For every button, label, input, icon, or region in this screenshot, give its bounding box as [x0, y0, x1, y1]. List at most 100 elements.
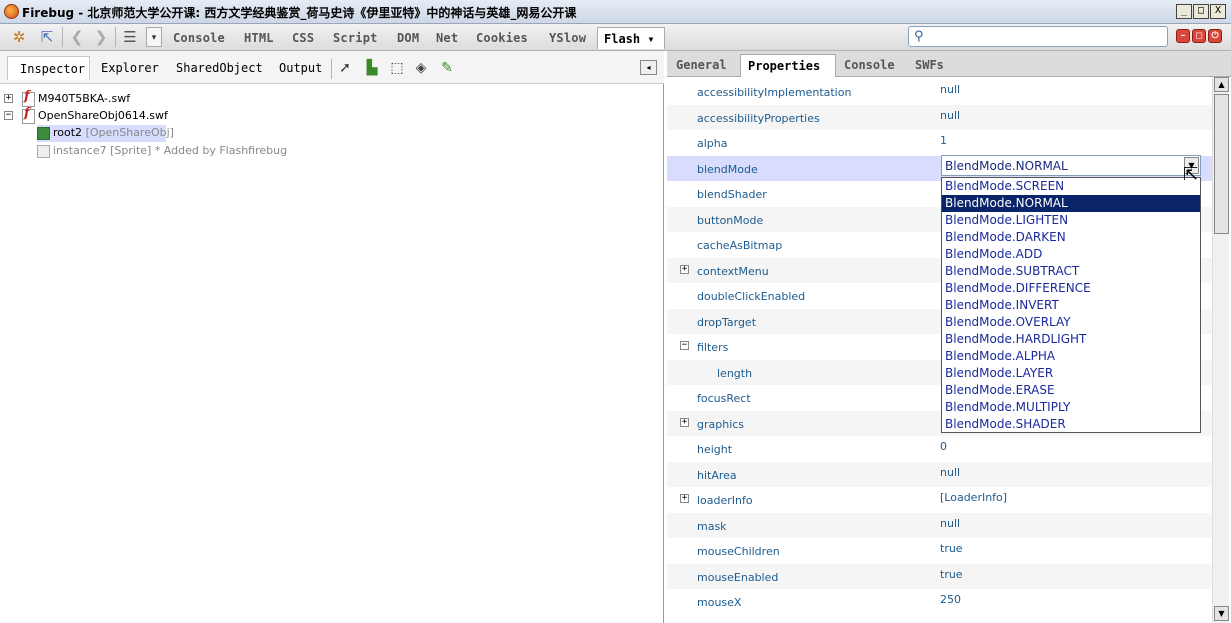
- property-row[interactable]: mouseX 250: [667, 589, 1212, 614]
- tab-output[interactable]: Output: [279, 61, 322, 75]
- scroll-down-icon[interactable]: ▼: [1214, 606, 1229, 621]
- tree-node-selected[interactable]: root2 [OpenShareObj]: [37, 125, 174, 142]
- vertical-scrollbar[interactable]: ▲ ▼: [1212, 77, 1229, 623]
- select-cursor-icon[interactable]: ➚: [335, 58, 355, 78]
- tab-net[interactable]: Net: [436, 31, 458, 45]
- menu-dropdown-icon[interactable]: ▾: [146, 27, 162, 47]
- tree-node-label: OpenShareObj0614.swf: [38, 109, 168, 122]
- minimize-button[interactable]: _: [1176, 4, 1192, 19]
- blendmode-option[interactable]: BlendMode.SHADER: [942, 416, 1200, 433]
- property-name: blendMode: [697, 163, 758, 176]
- blendmode-option[interactable]: BlendMode.NORMAL: [942, 195, 1200, 212]
- tab-yslow[interactable]: YSlow: [549, 31, 586, 45]
- tab-properties[interactable]: Properties: [740, 54, 836, 77]
- tab-flash-arrow-icon: ▾: [647, 32, 655, 46]
- plugin-icon[interactable]: ✎: [437, 58, 457, 78]
- bug-inspect-icon[interactable]: ✲: [8, 27, 30, 47]
- property-row[interactable]: accessibilityProperties null: [667, 105, 1212, 130]
- property-value[interactable]: true: [940, 568, 963, 581]
- forward-arrow-icon[interactable]: ❯: [90, 27, 112, 47]
- blendmode-select[interactable]: BlendMode.NORMAL ▼: [941, 155, 1201, 176]
- tab-html[interactable]: HTML: [244, 31, 274, 45]
- property-row[interactable]: mouseChildren true: [667, 538, 1212, 563]
- menu-list-icon[interactable]: ☰: [119, 27, 141, 47]
- property-row[interactable]: hitArea null: [667, 462, 1212, 487]
- property-value[interactable]: true: [940, 542, 963, 555]
- tab-explorer[interactable]: Explorer: [101, 61, 159, 75]
- property-name: blendShader: [697, 188, 767, 201]
- bounding-box-icon[interactable]: ⬚: [387, 58, 407, 78]
- blendmode-option[interactable]: BlendMode.SCREEN: [942, 178, 1200, 195]
- collapse-panel-icon[interactable]: ◂: [640, 60, 657, 75]
- tab-inspector[interactable]: Inspector: [7, 56, 90, 80]
- expand-toggle[interactable]: +: [680, 494, 689, 503]
- tab-dom[interactable]: DOM: [397, 31, 419, 45]
- property-name: mouseX: [697, 596, 742, 609]
- firebug-toolbar: ✲ ⇱ ❮ ❯ ☰ ▾ Console HTML CSS Script DOM …: [0, 24, 1231, 51]
- expand-toggle[interactable]: +: [680, 265, 689, 274]
- blendmode-option[interactable]: BlendMode.ALPHA: [942, 348, 1200, 365]
- property-value[interactable]: [LoaderInfo]: [940, 491, 1007, 504]
- blendmode-option[interactable]: BlendMode.OVERLAY: [942, 314, 1200, 331]
- scrollbar-thumb[interactable]: [1214, 94, 1229, 234]
- property-row[interactable]: alpha 1: [667, 130, 1212, 155]
- property-row[interactable]: mask null: [667, 513, 1212, 538]
- blendmode-option[interactable]: BlendMode.DARKEN: [942, 229, 1200, 246]
- swf-file-icon: [21, 106, 35, 124]
- tab-sharedobject[interactable]: SharedObject: [176, 61, 263, 75]
- tab-script[interactable]: Script: [333, 31, 378, 45]
- property-value[interactable]: null: [940, 83, 960, 96]
- scroll-up-icon[interactable]: ▲: [1214, 77, 1229, 92]
- search-icon: ⚲: [914, 29, 924, 44]
- close-window-button[interactable]: X: [1210, 4, 1226, 19]
- toolbar-separator: [62, 27, 63, 47]
- property-value[interactable]: 250: [940, 593, 961, 606]
- property-row[interactable]: mouseEnabled true: [667, 564, 1212, 589]
- tab-swfs[interactable]: SWFs: [915, 58, 944, 72]
- collapse-toggle[interactable]: −: [4, 111, 13, 120]
- property-value[interactable]: null: [940, 109, 960, 122]
- blendmode-option[interactable]: BlendMode.DIFFERENCE: [942, 280, 1200, 297]
- tab-css[interactable]: CSS: [292, 31, 314, 45]
- blendmode-option[interactable]: BlendMode.INVERT: [942, 297, 1200, 314]
- tree-node-type: [OpenShareObj]: [85, 126, 174, 139]
- blendmode-option[interactable]: BlendMode.LIGHTEN: [942, 212, 1200, 229]
- tree-node-label: M940T5BKA-.swf: [38, 92, 131, 105]
- property-value[interactable]: null: [940, 466, 960, 479]
- tab-console[interactable]: Console: [173, 31, 225, 45]
- property-row[interactable]: accessibilityImplementation null: [667, 79, 1212, 104]
- tab-console[interactable]: Console: [844, 58, 895, 72]
- property-name: mouseEnabled: [697, 571, 779, 584]
- search-input[interactable]: ⚲: [908, 26, 1168, 47]
- expand-toggle[interactable]: +: [680, 418, 689, 427]
- detach-panel-icon[interactable]: ◻: [1192, 29, 1206, 43]
- tree-node-label: root2: [53, 126, 83, 139]
- property-value[interactable]: 0: [940, 440, 947, 453]
- blendmode-option[interactable]: BlendMode.LAYER: [942, 365, 1200, 382]
- blendmode-option[interactable]: BlendMode.ADD: [942, 246, 1200, 263]
- tab-general[interactable]: General: [676, 58, 727, 72]
- blendmode-option[interactable]: BlendMode.HARDLIGHT: [942, 331, 1200, 348]
- minimize-panel-icon[interactable]: –: [1176, 29, 1190, 43]
- maximize-button[interactable]: □: [1193, 4, 1209, 19]
- blendmode-option[interactable]: BlendMode.ERASE: [942, 382, 1200, 399]
- expand-toggle[interactable]: +: [4, 94, 13, 103]
- movieclip-icon: [37, 126, 50, 140]
- back-arrow-icon[interactable]: ❮: [66, 27, 88, 47]
- blendmode-option[interactable]: BlendMode.SUBTRACT: [942, 263, 1200, 280]
- property-row[interactable]: height 0: [667, 436, 1212, 461]
- bar-chart-icon[interactable]: ▙: [362, 58, 382, 78]
- property-value[interactable]: null: [940, 517, 960, 530]
- property-name: height: [697, 443, 733, 456]
- inspect-element-icon[interactable]: ⇱: [36, 27, 58, 47]
- layers-icon[interactable]: ◈: [411, 58, 431, 78]
- tab-cookies[interactable]: Cookies: [476, 31, 528, 45]
- collapse-toggle[interactable]: −: [680, 341, 689, 350]
- blendmode-option[interactable]: BlendMode.MULTIPLY: [942, 399, 1200, 416]
- close-panel-icon[interactable]: ⏻: [1208, 29, 1222, 43]
- property-row[interactable]: + loaderInfo [LoaderInfo]: [667, 487, 1212, 512]
- tree-node[interactable]: instance7 [Sprite] * Added by Flashfireb…: [37, 143, 287, 160]
- property-value[interactable]: 1: [940, 134, 947, 147]
- tab-flash[interactable]: Flash ▾: [597, 27, 665, 49]
- toolbar-separator: [115, 27, 116, 47]
